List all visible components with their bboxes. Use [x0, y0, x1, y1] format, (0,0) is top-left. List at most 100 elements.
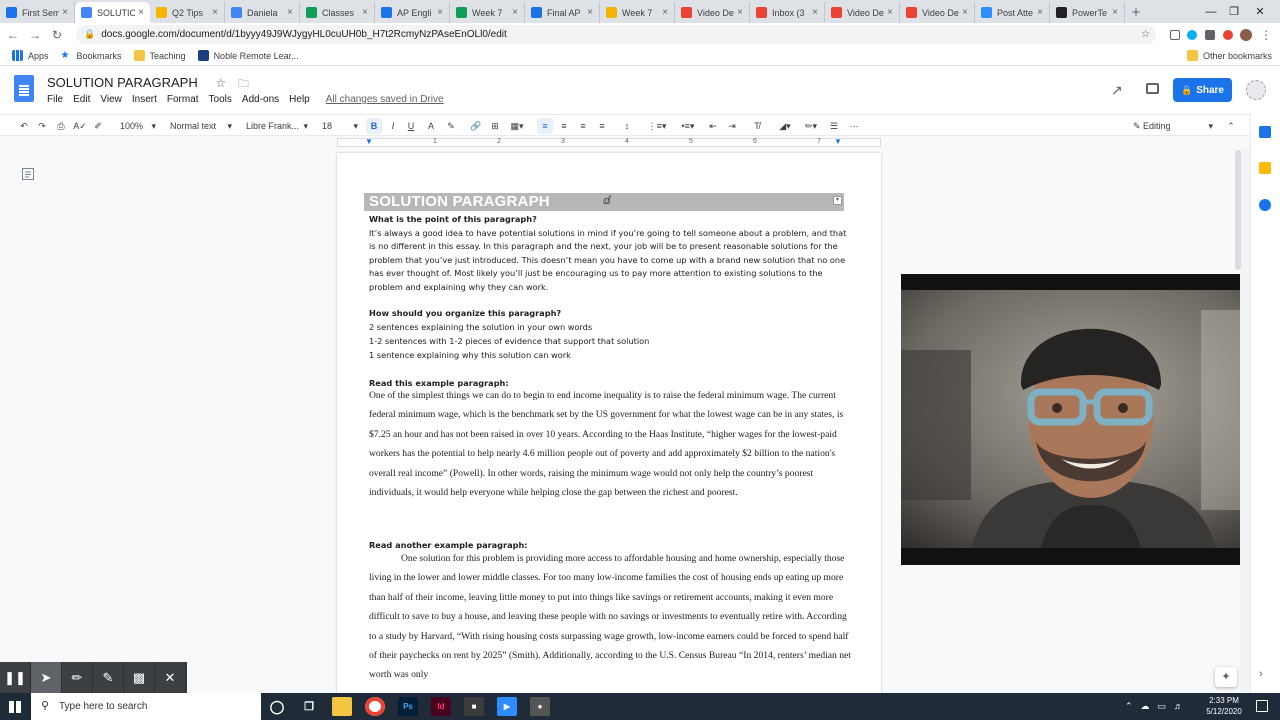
app-icon[interactable]: ■	[464, 697, 484, 716]
menu-item[interactable]: Add-ons	[242, 94, 279, 105]
tasks-icon[interactable]	[1259, 199, 1271, 211]
other-bookmarks[interactable]: Other bookmarks	[1186, 50, 1272, 61]
fill-color-icon[interactable]: ◢▾	[774, 118, 796, 134]
border-width-icon[interactable]: ☰	[828, 118, 840, 134]
purpose-paragraph[interactable]: It’s always a good idea to have potentia…	[369, 227, 854, 294]
camera-icon[interactable]: ▩	[124, 662, 155, 693]
menu-item[interactable]: Format	[167, 94, 199, 105]
task-view-icon[interactable]: ❐	[299, 697, 319, 716]
link-icon[interactable]: 🔗	[469, 118, 483, 134]
browser-tab[interactable]: SOLUTIO ×	[75, 2, 150, 23]
print-icon[interactable]: ⎙	[55, 118, 67, 134]
organize-item[interactable]: 1 sentence explaining why this solution …	[369, 349, 854, 362]
browser-tab[interactable]: Final AP ×	[525, 2, 600, 23]
tab-close-icon[interactable]: ×	[887, 7, 893, 18]
example-paragraph-1[interactable]: One of the simplest things we can do to …	[369, 386, 854, 502]
taskbar-search[interactable]: ⚲ Type here to search	[31, 693, 261, 720]
right-indent-marker-icon[interactable]: ▼	[834, 137, 842, 146]
bookmark-item-teaching[interactable]: Teaching	[133, 50, 186, 61]
numbered-list-icon[interactable]: ⋮≡▾	[645, 118, 669, 134]
calendar-icon[interactable]	[1259, 126, 1271, 138]
redo-icon[interactable]: ↷	[36, 118, 48, 134]
menu-item[interactable]: Tools	[209, 94, 232, 105]
document-outline-icon[interactable]	[22, 168, 34, 180]
close-window-button[interactable]: ✕	[1240, 0, 1280, 23]
photoshop-icon[interactable]: Ps	[398, 697, 418, 716]
tab-close-icon[interactable]: ×	[1112, 7, 1118, 18]
tab-close-icon[interactable]: ×	[962, 7, 968, 18]
bulleted-list-icon[interactable]: •≡▾	[676, 118, 700, 134]
indesign-icon[interactable]: Id	[431, 697, 451, 716]
chrome-icon[interactable]	[365, 697, 385, 716]
line-spacing-icon[interactable]: ↕	[620, 118, 634, 134]
highlight-icon[interactable]: ✎	[444, 118, 458, 134]
omnibox[interactable]: 🔒 docs.google.com/document/d/1byyy49J9WJ…	[76, 25, 1156, 44]
comments-icon[interactable]	[1146, 83, 1159, 94]
cortana-icon[interactable]: ◯	[267, 697, 287, 716]
side-panel-toggle-icon[interactable]: ›	[1259, 668, 1263, 680]
clear-formatting-icon[interactable]: T̸	[750, 118, 764, 134]
zoom-dropdown[interactable]: 100% ▾	[120, 118, 156, 134]
align-justify-icon[interactable]: ≡	[595, 118, 609, 134]
reload-icon[interactable]: ↻	[46, 28, 68, 42]
menu-item[interactable]: Help	[289, 94, 310, 105]
share-button[interactable]: 🔒 Share	[1173, 78, 1232, 102]
menu-item[interactable]: Insert	[132, 94, 157, 105]
cursor-icon[interactable]: ➤	[31, 662, 62, 693]
border-dash-icon[interactable]: ⋯	[847, 118, 861, 134]
browser-tab[interactable]: AP Engli ×	[375, 2, 450, 23]
extension-icon[interactable]	[1205, 30, 1216, 40]
organize-item[interactable]: 2 sentences explaining the solution in y…	[369, 321, 854, 334]
bookmark-item-noble[interactable]: Noble Remote Lear...	[197, 50, 299, 61]
document-heading[interactable]: SOLUTION PARAGRAPH	[369, 193, 550, 211]
menu-item[interactable]: View	[100, 94, 122, 105]
browser-tab[interactable]: PowerTe ×	[1050, 2, 1125, 23]
save-status[interactable]: All changes saved in Drive	[326, 94, 444, 105]
tab-close-icon[interactable]: ×	[512, 7, 518, 18]
docs-logo-icon[interactable]	[14, 75, 34, 102]
vertical-scrollbar[interactable]	[1240, 148, 1250, 693]
insert-image-icon[interactable]: ▦▾	[506, 118, 528, 134]
undo-icon[interactable]: ↶	[18, 118, 30, 134]
activity-trend-icon[interactable]: ↗	[1111, 82, 1123, 99]
recorder-app-icon[interactable]: ●	[530, 697, 550, 716]
new-tab-button[interactable]: +	[1125, 2, 1147, 23]
tab-close-icon[interactable]: ×	[287, 7, 293, 18]
star-bookmark-icon[interactable]: ☆	[1141, 29, 1150, 40]
decrease-indent-icon[interactable]: ⇤	[706, 118, 720, 134]
font-size-dropdown[interactable]: 18 ▾	[322, 118, 358, 134]
paint-format-icon[interactable]: ✐	[92, 118, 104, 134]
pause-icon[interactable]: ❚❚	[0, 662, 31, 693]
example-paragraph-2[interactable]: One solution for this problem is providi…	[369, 549, 854, 685]
italic-icon[interactable]: I	[386, 118, 400, 134]
tab-close-icon[interactable]: ×	[437, 7, 443, 18]
question-organize[interactable]: How should you organize this paragraph?	[369, 307, 854, 320]
back-arrow-icon[interactable]: ←	[2, 28, 24, 42]
star-icon[interactable]: ☆	[215, 76, 226, 90]
spellcheck-icon[interactable]: A✓	[73, 118, 87, 134]
organize-item[interactable]: 1-2 sentences with 1-2 pieces of evidenc…	[369, 335, 854, 348]
paragraph-style-dropdown[interactable]: Normal text ▾	[170, 118, 232, 134]
explore-icon[interactable]: ✦	[1215, 667, 1237, 687]
browser-tab[interactable]: Video De ×	[825, 2, 900, 23]
windows-start-icon[interactable]	[9, 701, 21, 713]
increase-indent-icon[interactable]: ⇥	[725, 118, 739, 134]
document-page[interactable]: SOLUTION PARAGRAPH ▾ ⅆ What is the point…	[337, 153, 881, 693]
comment-add-icon[interactable]: ⊞	[488, 118, 502, 134]
tab-close-icon[interactable]: ×	[737, 7, 743, 18]
zoom-icon[interactable]: ▶	[497, 697, 517, 716]
editing-mode-dropdown[interactable]: ✎ Editing ▾	[1133, 118, 1213, 134]
browser-tab[interactable]: First Sem ×	[0, 2, 75, 23]
font-dropdown[interactable]: Libre Frank... ▾	[246, 118, 308, 134]
align-center-icon[interactable]: ≡	[557, 118, 571, 134]
tab-close-icon[interactable]: ×	[62, 7, 68, 18]
notifications-icon[interactable]	[1256, 700, 1268, 712]
browser-tab[interactable]: Q2 Tips ×	[150, 2, 225, 23]
underline-icon[interactable]: U	[404, 118, 418, 134]
border-color-icon[interactable]: ✏▾	[800, 118, 822, 134]
file-explorer-icon[interactable]	[332, 697, 352, 716]
menu-kebab-icon[interactable]: ⋮	[1260, 28, 1272, 42]
close-icon[interactable]: ✕	[155, 662, 186, 693]
move-folder-icon[interactable]: 🗀	[238, 78, 249, 90]
bookmark-item-bookmarks[interactable]: ★ Bookmarks	[61, 50, 122, 61]
